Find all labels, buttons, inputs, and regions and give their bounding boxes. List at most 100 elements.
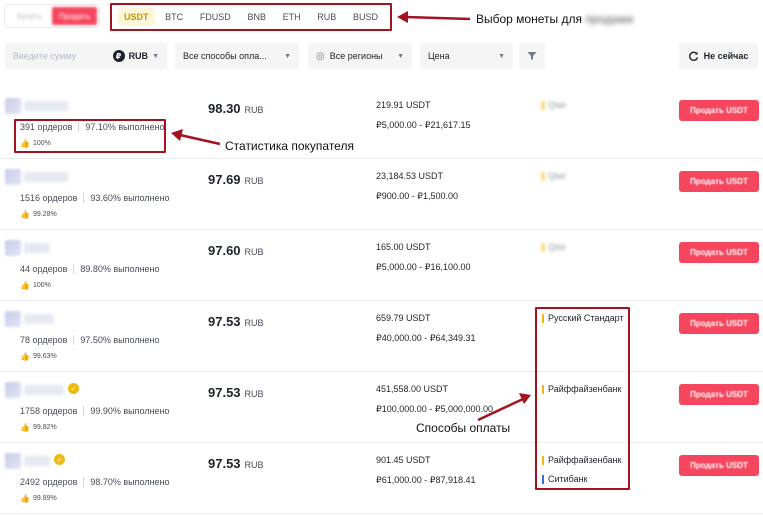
coin-select-label: Выбор монеты для [476,12,582,26]
globe-icon: ◎ [316,50,325,62]
available-amount: 451,558.00 USDT [376,384,449,394]
region-value: Все регионы [329,51,383,61]
currency-select[interactable]: RUB [129,51,149,61]
orders-count: 78 ордеров [20,335,68,345]
price: 97.53 RUB [208,456,264,471]
merchant-name-blurred[interactable] [24,243,50,253]
price-value: 97.53 [208,385,241,400]
merchant-stats: 1516 ордеров 93.60% выполнено [20,193,170,203]
avatar [5,453,21,469]
thumbs-up-icon: 👍 [20,352,30,361]
sell-usdt-button[interactable]: Продать USDT [679,171,759,192]
sell-tab[interactable]: Продать [52,7,97,25]
amount-input[interactable]: Введите сумму ₽ RUB ▼ [5,43,167,69]
payment-color-bar [542,100,544,110]
buyer-stats-callout: Статистика покупателя [225,139,354,153]
available-amount: 659.79 USDT [376,313,431,323]
not-now-button[interactable]: Не сейчас [679,43,758,69]
sell-usdt-label: Продать USDT [690,390,748,399]
refresh-icon [688,51,698,61]
available-amount: 901.45 USDT [376,455,431,465]
merchant-stats: 78 ордеров 97.50% выполнено [20,335,160,345]
merchant-stats: 1758 ордеров 99.90% выполнено [20,406,170,416]
completion-rate: 89.80% выполнено [80,264,160,274]
verified-badge-icon: ✓ [54,454,65,465]
offer-row: 1516 ордеров 93.60% выполнено 👍 99.28% 97… [0,159,763,230]
available-amount: 23,184.53 USDT [376,171,444,181]
thumbs-up-icon: 👍 [20,423,30,432]
merchant-name-blurred[interactable] [24,101,68,111]
completion-rate: 98.70% выполнено [90,477,170,487]
rating: 👍 99.28% [20,210,57,219]
avatar [5,98,21,114]
price-value: 97.60 [208,243,241,258]
filter-icon [527,52,537,60]
thumbs-up-icon: 👍 [20,494,30,503]
avatar [5,169,21,185]
price-value: 97.53 [208,314,241,329]
sell-usdt-button[interactable]: Продать USDT [679,313,759,334]
sell-usdt-button[interactable]: Продать USDT [679,242,759,263]
available-amount: 219.91 USDT [376,100,431,110]
amount-placeholder: Введите сумму [13,51,77,61]
thumbs-up-icon: 👍 [20,210,30,219]
sell-usdt-label: Продать USDT [690,177,748,186]
sell-usdt-label: Продать USDT [690,106,748,115]
rating-value: 100% [32,282,51,289]
chevron-down-icon: ▼ [397,52,404,60]
rating: 👍 100% [20,281,51,290]
rating: 👍 99.63% [20,352,57,361]
sort-select[interactable]: Цена ▼ [420,43,513,69]
completion-rate: 93.60% выполнено [90,193,170,203]
orders-count: 2492 ордеров [20,477,78,487]
coin-select-callout: Выбор монеты для продажи [476,12,633,26]
rating: 👍 99.82% [20,423,57,432]
order-limit: ₽5,000.00 - ₽16,100.00 [376,262,471,272]
avatar [5,311,21,327]
order-limit: ₽5,000.00 - ₽21,617.15 [376,120,471,130]
coin-select-blurred-word: продажи [585,12,634,26]
available-amount: 165.00 USDT [376,242,431,252]
merchant-name-blurred[interactable] [24,456,50,466]
completion-rate: 97.50% выполнено [80,335,160,345]
price-value: 97.53 [208,456,241,471]
price-currency: RUB [244,389,264,399]
payment-methods-highlight [535,307,630,490]
price-currency: RUB [244,176,264,186]
orders-count: 1516 ордеров [20,193,78,203]
avatar [5,240,21,256]
payment-method: Qiwi [542,171,566,181]
price-currency: RUB [244,460,264,470]
sell-usdt-label: Продать USDT [690,248,748,257]
not-now-label: Не сейчас [703,51,749,61]
payment-method-name: Qiwi [548,242,566,252]
price-value: 98.30 [208,101,241,116]
buy-tab[interactable]: Купить [7,7,52,25]
rating-value: 99.82% [32,424,57,431]
price: 97.53 RUB [208,385,264,400]
merchant-name-blurred[interactable] [24,314,54,324]
rating-value: 99.89% [32,495,57,502]
filter-button[interactable] [519,43,545,69]
order-limit: ₽100,000.00 - ₽5,000,000.00 [376,404,494,414]
sell-usdt-button[interactable]: Продать USDT [679,100,759,121]
payment-method-select[interactable]: Все способы опла... ▼ [175,43,299,69]
rating-value: 99.28% [32,211,57,218]
region-select[interactable]: ◎ Все регионы ▼ [308,43,412,69]
sell-usdt-button[interactable]: Продать USDT [679,384,759,405]
verified-badge-icon: ✓ [68,383,79,394]
payment-color-bar [542,242,544,252]
thumbs-up-icon: 👍 [20,281,30,290]
offer-row: ✓ 2492 ордеров 98.70% выполнено 👍 99.89% … [0,443,763,514]
price-currency: RUB [244,318,264,328]
merchant-name-blurred[interactable] [24,172,68,182]
price-currency: RUB [244,247,264,257]
offer-row: 78 ордеров 97.50% выполнено 👍 99.63% 97.5… [0,301,763,372]
orders-count: 1758 ордеров [20,406,78,416]
merchant-stats: 2492 ордеров 98.70% выполнено [20,477,170,487]
merchant-name-blurred[interactable] [24,385,64,395]
order-limit: ₽61,000.00 - ₽87,918.41 [376,475,476,485]
sell-usdt-button[interactable]: Продать USDT [679,455,759,476]
sell-usdt-label: Продать USDT [690,319,748,328]
buy-sell-toggle: Купить Продать [4,4,100,28]
